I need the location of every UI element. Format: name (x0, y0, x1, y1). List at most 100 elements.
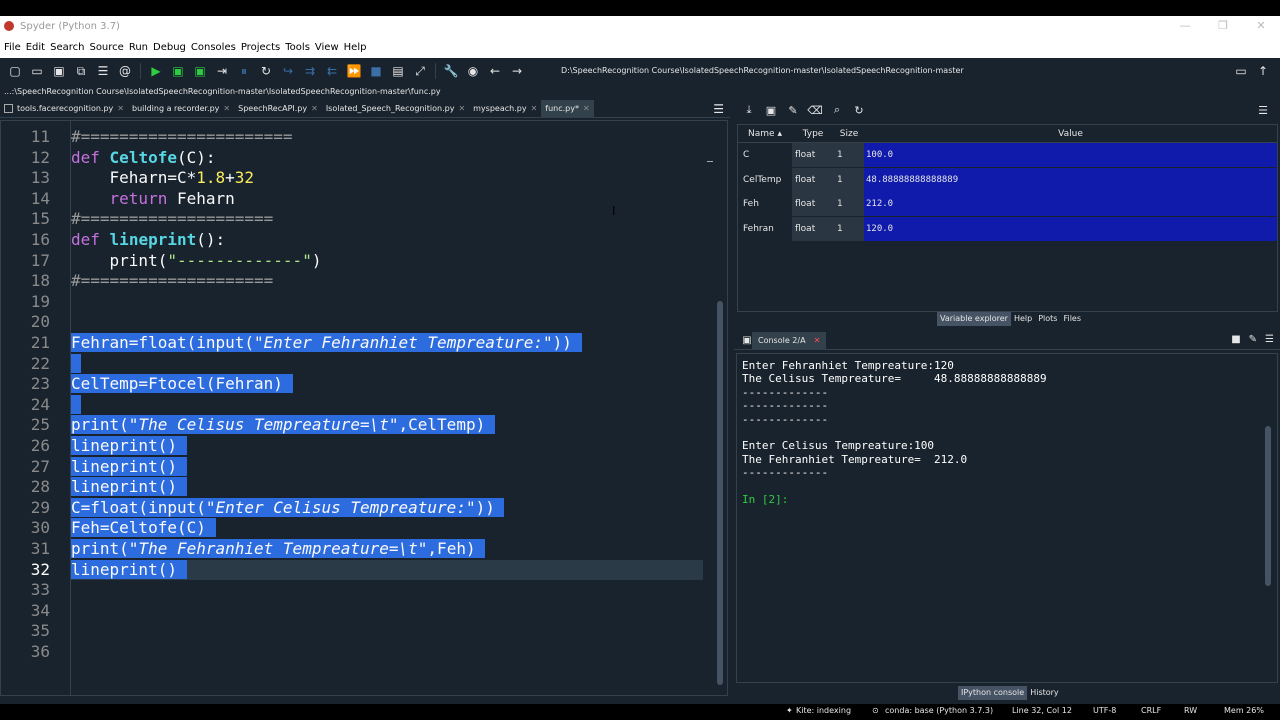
run-icon[interactable]: ▶ (148, 63, 164, 79)
tab-isolated-speech-recognition[interactable]: Isolated_Speech_Recognition.py ✕ (322, 100, 469, 118)
tab-console-2a[interactable]: Console 2/A ✕ (752, 331, 827, 350)
line-number: 14 (30, 188, 50, 208)
menu-view[interactable]: View (315, 42, 339, 53)
close-tab-icon[interactable]: ✕ (223, 100, 230, 118)
main-toolbar: ▢ ▭ ▣ ⧉ ☰ @ ▶ ▣ ▣ ⇥ ⏸ ↻ ↪ ⇉ ⇇ ⏩ ■ ▤ ⤢ 🔧 … (0, 58, 1280, 84)
hamburger-menu-icon[interactable]: ☰ (713, 102, 724, 116)
run-selection-icon[interactable]: ⇥ (214, 63, 230, 79)
tab-files[interactable]: Files (1060, 312, 1084, 326)
tab-speechrecapi[interactable]: SpeechRecAPI.py ✕ (234, 100, 322, 118)
hamburger-menu-icon[interactable]: ☰ (1265, 334, 1274, 345)
wrench-icon[interactable]: 🔧 (443, 63, 459, 79)
stop-icon[interactable]: ■ (368, 63, 384, 79)
menu-run[interactable]: Run (129, 42, 148, 53)
line-endings: CRLF (1141, 706, 1162, 715)
line-number: 20 (30, 312, 50, 332)
menu-tools[interactable]: Tools (285, 42, 310, 53)
column-header-type[interactable]: Type (792, 125, 834, 142)
restore-button[interactable]: ❐ (1204, 16, 1242, 36)
tab-history[interactable]: History (1027, 686, 1061, 700)
close-tab-icon[interactable]: ✕ (583, 100, 590, 118)
menu-projects[interactable]: Projects (241, 42, 280, 53)
open-file-icon[interactable]: ▭ (29, 63, 45, 79)
column-header-name[interactable]: Name ▴ (738, 125, 792, 142)
code-line-selected (71, 353, 81, 375)
refresh-icon[interactable]: ↻ (851, 102, 867, 118)
line-number: 18 (30, 271, 50, 291)
close-tab-icon[interactable]: ✕ (117, 100, 124, 118)
step-icon[interactable]: ↪ (280, 63, 296, 79)
python-path-icon[interactable]: ◉ (465, 63, 481, 79)
re-run-icon[interactable]: ↻ (258, 63, 274, 79)
code-line: #====================== (71, 127, 293, 146)
maximize-pane-icon[interactable]: ▤ (390, 63, 406, 79)
tab-plots[interactable]: Plots (1035, 312, 1060, 326)
continue-icon[interactable]: ⏩ (346, 63, 362, 79)
import-data-icon[interactable]: ⤓ (741, 102, 757, 118)
menu-edit[interactable]: Edit (26, 42, 45, 53)
table-row[interactable]: Fehran float 1 120.0 (738, 216, 1277, 241)
close-console-icon[interactable]: ✕ (814, 332, 821, 350)
mouse-ibeam-cursor: I (612, 204, 616, 218)
cursor-position: Line 32, Col 12 (1012, 706, 1072, 715)
search-icon[interactable]: ⌕ (829, 102, 845, 118)
ipython-console[interactable]: Enter Fehranhiet Tempreature:120 The Cel… (736, 353, 1278, 683)
tab-myspeach[interactable]: myspeach.py ✕ (469, 100, 541, 118)
variable-explorer-table: Name ▴ Type Size Value C float 1 100.0 Ce… (737, 124, 1278, 312)
parent-directory-icon[interactable]: ↑ (1255, 63, 1271, 79)
editor-scrollbar[interactable] (717, 301, 723, 685)
menu-debug[interactable]: Debug (153, 42, 186, 53)
code-line-selected: lineprint() (71, 559, 187, 581)
console-prompt[interactable]: In [2]: (742, 493, 788, 506)
close-tab-icon[interactable]: ✕ (531, 100, 538, 118)
at-icon[interactable]: @ (117, 63, 133, 79)
save-all-icon[interactable]: ⧉ (73, 63, 89, 79)
menu-source[interactable]: Source (89, 42, 123, 53)
close-button[interactable]: ✕ (1242, 16, 1280, 36)
step-into-icon[interactable]: ⇉ (302, 63, 318, 79)
menu-help[interactable]: Help (344, 42, 367, 53)
close-tab-icon[interactable]: ✕ (311, 100, 318, 118)
save-icon[interactable]: ▣ (51, 63, 67, 79)
column-header-value[interactable]: Value (864, 125, 1277, 142)
step-return-icon[interactable]: ⇇ (324, 63, 340, 79)
clear-console-icon[interactable]: ✎ (1249, 334, 1257, 345)
tab-facerecognition[interactable]: tools.facerecognition.py ✕ (0, 100, 128, 118)
forward-arrow-icon[interactable]: → (509, 63, 525, 79)
menu-consoles[interactable]: Consoles (191, 42, 236, 53)
tab-ipython-console[interactable]: IPython console (958, 686, 1028, 700)
list-icon[interactable]: ☰ (95, 63, 111, 79)
menu-file[interactable]: File (4, 42, 21, 53)
minimize-button[interactable]: — (1166, 16, 1204, 36)
erase-icon[interactable]: ⌫ (807, 102, 823, 118)
fullscreen-icon[interactable]: ⤢ (412, 63, 428, 79)
working-directory-field[interactable]: D:\SpeechRecognition Course\IsolatedSpee… (556, 61, 1226, 81)
close-tab-icon[interactable]: ✕ (458, 100, 465, 118)
back-arrow-icon[interactable]: ← (487, 63, 503, 79)
browse-folder-icon[interactable]: ▭ (1233, 63, 1249, 79)
line-number: 17 (30, 250, 50, 270)
tab-func[interactable]: func.py* ✕ (541, 99, 594, 118)
stop-kernel-icon[interactable]: ■ (1231, 334, 1240, 345)
menu-search[interactable]: Search (50, 42, 84, 53)
run-cell-icon[interactable]: ▣ (170, 63, 186, 79)
table-row[interactable]: Feh float 1 212.0 (738, 192, 1277, 216)
toolbar-separator (140, 63, 141, 79)
table-row[interactable]: CelTemp float 1 48.88888888888889 (738, 167, 1277, 192)
console-scrollbar[interactable] (1265, 426, 1271, 586)
debug-icon[interactable]: ⏸ (236, 63, 252, 79)
tab-help[interactable]: Help (1011, 312, 1035, 326)
column-header-size[interactable]: Size (834, 125, 864, 142)
hamburger-menu-icon[interactable]: ☰ (1255, 102, 1271, 118)
line-number-gutter: 11 12 13 14 15 16 17 18 19 20 21 22 23 2… (1, 121, 71, 695)
table-row[interactable]: C float 1 100.0 (738, 143, 1277, 167)
save-data-icon[interactable]: ▣ (763, 102, 779, 118)
tab-building-recorder[interactable]: building a recorder.py ✕ (128, 100, 234, 118)
console-output-line: Enter Celisus Tempreature:100 (742, 439, 935, 453)
tab-variable-explorer[interactable]: Variable explorer (937, 312, 1011, 326)
new-file-icon[interactable]: ▢ (7, 63, 23, 79)
code-area[interactable]: #====================== def Celtofe(C): … (71, 121, 705, 695)
run-cell-advance-icon[interactable]: ▣ (192, 63, 208, 79)
code-editor[interactable]: 11 12 13 14 15 16 17 18 19 20 21 22 23 2… (0, 120, 728, 696)
save-as-icon[interactable]: ✎ (785, 102, 801, 118)
